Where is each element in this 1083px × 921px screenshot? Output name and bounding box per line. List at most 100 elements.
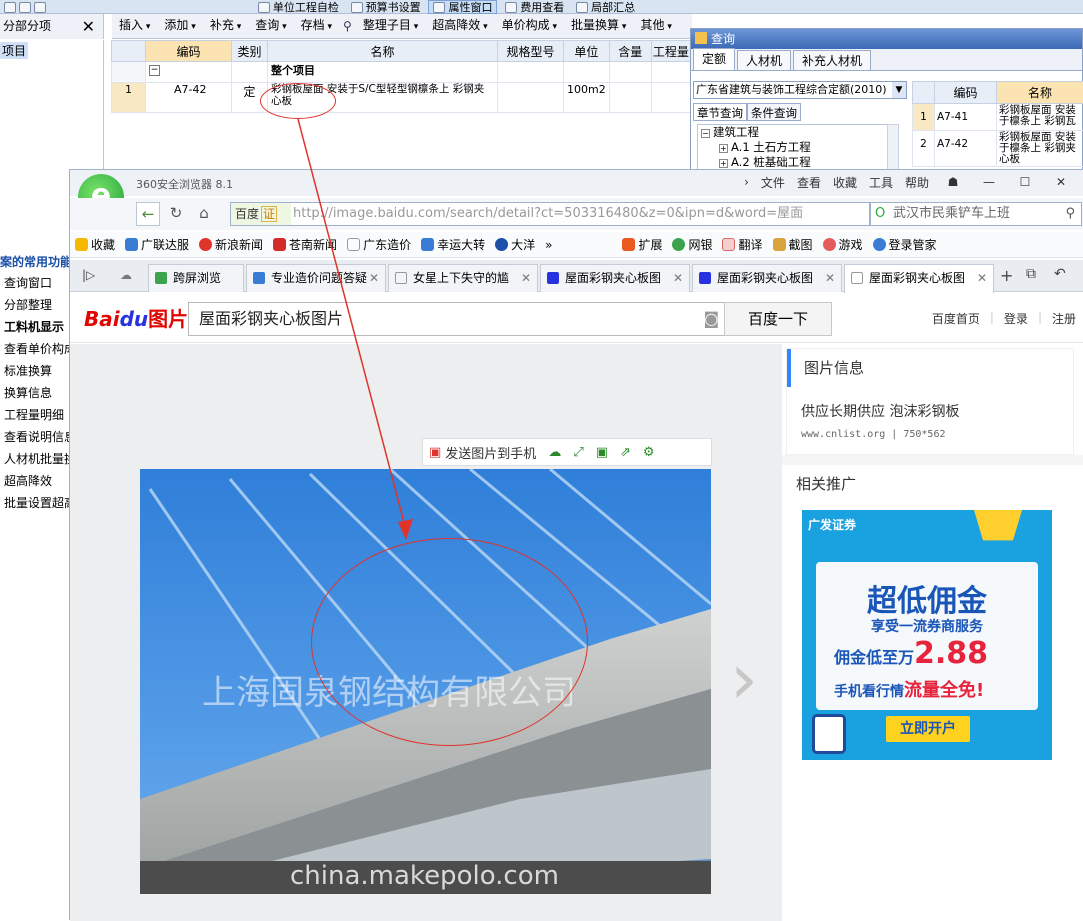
function-item[interactable]: 标准换算 (0, 360, 70, 382)
search-engine-icon[interactable]: O (875, 203, 885, 225)
tab-item[interactable]: 女星上下失守的尴✕ (388, 264, 538, 292)
function-item[interactable]: 分部整理 (0, 294, 70, 316)
fullscreen-icon[interactable]: ⤢ (567, 439, 589, 465)
home-icon[interactable]: ⌂ (192, 202, 216, 226)
toolbar-login[interactable]: 登录管家 (868, 232, 942, 258)
group-name-cell[interactable]: 整个项目 (268, 62, 498, 83)
tree-node[interactable]: −建筑工程 (698, 125, 888, 140)
function-item[interactable]: 工料机显示 (0, 316, 70, 338)
back-arrow-icon[interactable]: ← (136, 202, 160, 226)
undo-icon[interactable]: ↶ (1054, 266, 1066, 282)
menu-help[interactable]: 帮助 (905, 174, 929, 191)
name-cell[interactable]: 彩钢板屋面 安装于檩条上 彩钢夹心板 (997, 131, 1083, 167)
grid-header[interactable]: 编码 (146, 41, 232, 62)
menu-file[interactable]: 文件 (761, 174, 785, 191)
grid-header[interactable]: 名称 (268, 41, 498, 62)
function-item[interactable]: 人材机批量换 (0, 448, 70, 470)
tree-node[interactable]: +A.2 桩基础工程 (698, 155, 888, 170)
more-icon[interactable]: » (540, 232, 557, 258)
expand-icon[interactable]: + (719, 159, 728, 168)
cloud-icon[interactable]: ☁ (120, 268, 132, 282)
grid-header[interactable]: 类别 (232, 41, 268, 62)
tree-scrollbar[interactable] (887, 124, 899, 174)
tab-item[interactable]: 屋面彩钢夹心板图✕ (540, 264, 690, 292)
binoculars-icon[interactable]: ⚲ (339, 19, 356, 33)
close-icon[interactable]: ✕ (977, 265, 987, 291)
send-to-phone-button[interactable]: ▣发送图片到手机 (423, 439, 542, 465)
favorites-item[interactable]: 大洋 (490, 232, 540, 258)
table-row[interactable]: 2 A7-42 彩钢板屋面 安装于檩条上 彩钢夹心板 (913, 131, 1083, 167)
toolbar-batch-convert[interactable]: 批量换算 (564, 13, 633, 40)
share-icon[interactable]: ⇗ (614, 439, 637, 465)
tab-item[interactable]: 专业造价问题答疑✕ (246, 264, 386, 292)
toolbar-extend[interactable]: 扩展 (617, 232, 667, 258)
save-icon[interactable] (19, 2, 31, 13)
toolbar-other[interactable]: 其他 (633, 13, 678, 40)
tab-item-active[interactable]: 屋面彩钢夹心板图✕ (844, 264, 994, 293)
link-home[interactable]: 百度首页 (932, 310, 980, 327)
function-item[interactable]: 工程量明细 (0, 404, 70, 426)
shirt-icon[interactable]: ☗ (941, 173, 965, 191)
tab-condition-query[interactable]: 条件查询 (747, 103, 801, 121)
close-icon[interactable]: ✕ (82, 14, 95, 39)
cloud-icon[interactable]: ☁ (542, 439, 567, 465)
url-input[interactable]: 百度证 http://image.baidu.com/search/detail… (230, 202, 870, 226)
toolbar-query[interactable]: 查询 (248, 13, 293, 40)
table-row[interactable]: 1 A7-42 定 彩钢板屋面 安装于S/C型轻型钢檩条上 彩钢夹心板 100m… (112, 83, 691, 113)
search-input[interactable]: O武汉市民乘铲车上班⚲ (870, 202, 1082, 226)
unit-cell[interactable]: 100m2 (564, 83, 610, 113)
code-cell[interactable]: A7-42 (935, 131, 997, 167)
function-item[interactable]: 超高降效 (0, 470, 70, 492)
tab-supplement-material[interactable]: 补充人材机 (793, 50, 871, 70)
collapse-icon[interactable]: − (149, 65, 160, 76)
baidu-logo[interactable]: Baidu图片 (84, 303, 188, 332)
function-item[interactable]: 查看说明信息 (0, 426, 70, 448)
menu-arrow-icon[interactable]: › (744, 175, 749, 189)
code-cell[interactable]: A7-42 (146, 83, 232, 113)
toolbar-unit-price[interactable]: 单价构成 (495, 13, 564, 40)
close-icon[interactable]: ✕ (369, 265, 379, 291)
close-button[interactable]: ✕ (1049, 173, 1073, 191)
favorites-item[interactable]: 幸运大转 (416, 232, 490, 258)
amount-cell[interactable] (651, 83, 690, 113)
new-tab-icon[interactable]: + (1000, 266, 1013, 285)
close-icon[interactable]: ✕ (521, 265, 531, 291)
toolbar-icon-group[interactable] (0, 0, 50, 14)
toolbar-supplement[interactable]: 补充 (203, 13, 248, 40)
tab-cross-screen[interactable]: 跨屏浏览 (148, 264, 244, 292)
next-image-arrow[interactable]: › (730, 644, 758, 714)
function-item[interactable]: 查询窗口 (0, 272, 70, 294)
table-row[interactable]: 1 A7-41 彩钢板屋面 安装于檩条上 彩钢瓦 (913, 104, 1083, 131)
tab-item[interactable]: 屋面彩钢夹心板图✕ (692, 264, 842, 292)
refresh-icon[interactable]: ↻ (164, 202, 188, 226)
baidu-search-input[interactable]: 屋面彩钢夹心板图片◙ (188, 302, 728, 336)
tree-node[interactable]: +A.1 土石方工程 (698, 140, 888, 155)
grid-header[interactable]: 编码 (935, 82, 997, 104)
camera-icon[interactable]: ◙ (703, 303, 719, 335)
search-icon[interactable]: ⚲ (1065, 203, 1075, 225)
toolbar-height-adjust[interactable]: 超高降效 (425, 13, 494, 40)
link-login[interactable]: 登录 (1004, 310, 1028, 327)
favorites-item[interactable]: 广东造价 (342, 232, 416, 258)
grid-header[interactable]: 规格型号 (498, 41, 564, 62)
save-icon[interactable]: ▣ (590, 439, 614, 465)
toolbar-insert[interactable]: 插入 (112, 13, 157, 40)
link-register[interactable]: 注册 (1052, 310, 1076, 327)
grid-header[interactable]: 工程量 (651, 41, 690, 62)
close-icon[interactable]: ✕ (825, 265, 835, 291)
tree-root-item[interactable]: 项目 (0, 42, 28, 59)
menu-favorites[interactable]: 收藏 (833, 174, 857, 191)
menu-tools[interactable]: 工具 (869, 174, 893, 191)
open-icon[interactable] (4, 2, 16, 13)
toolbar-screenshot[interactable]: 截图 (768, 232, 818, 258)
sidebar-toggle-icon[interactable]: |▷ (82, 268, 95, 282)
function-item[interactable]: 批量设置超高 (0, 492, 70, 514)
ad-banner[interactable]: 广发证券 超低佣金 享受一流券商服务 佣金低至万2.88 手机看行情流量全免! … (802, 510, 1052, 760)
tab-chapter-query[interactable]: 章节查询 (693, 103, 747, 121)
print-icon[interactable] (34, 2, 46, 13)
query-window-titlebar[interactable]: 查询 (691, 29, 1082, 49)
tab-quota[interactable]: 定额 (693, 48, 735, 70)
expand-icon[interactable]: + (719, 144, 728, 153)
minimize-button[interactable]: — (977, 173, 1001, 191)
grid-header[interactable]: 名称 (997, 82, 1083, 104)
